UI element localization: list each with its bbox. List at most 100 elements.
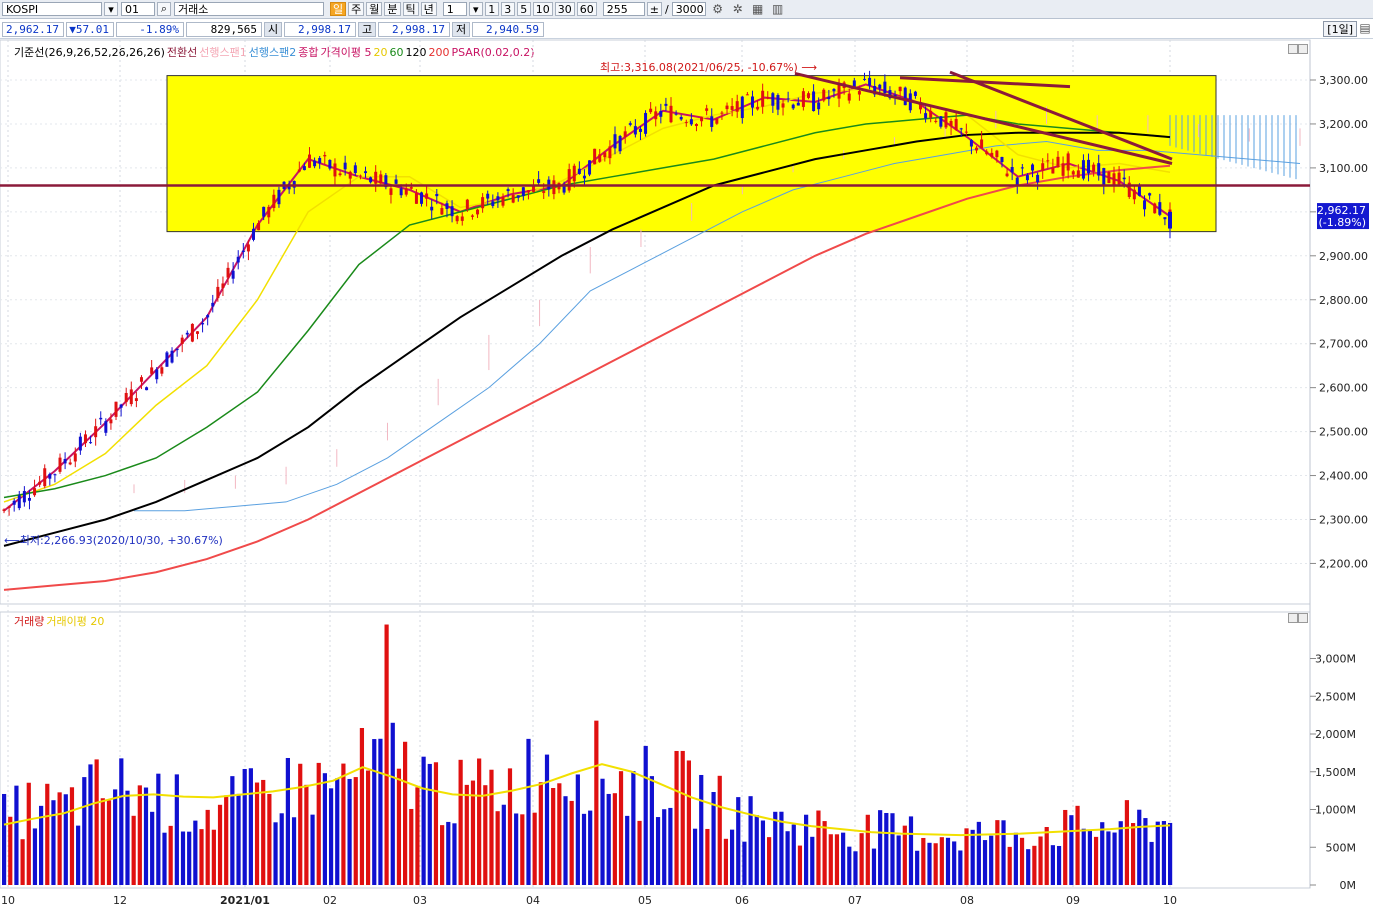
interval-60-button[interactable]: 60 (576, 2, 597, 16)
volume-bar (921, 837, 926, 885)
volume-bar (446, 821, 451, 885)
candle-body (476, 209, 480, 215)
candle-body (134, 398, 138, 402)
candle-body (705, 108, 709, 111)
volume-bar (106, 800, 112, 885)
volume-bar (378, 738, 383, 885)
interval-30-button[interactable]: 30 (554, 2, 575, 16)
candle-body (801, 91, 805, 107)
settings-icon[interactable]: ⚙ (710, 2, 726, 16)
symbol-dropdown-icon[interactable]: ▾ (104, 2, 118, 16)
volume-bar (1026, 849, 1031, 885)
unit-dropdown-icon[interactable]: ▾ (468, 2, 483, 16)
volume-bar (686, 760, 691, 885)
volume-bar (878, 810, 883, 885)
volume-bar (902, 825, 907, 885)
candle-body (33, 488, 37, 496)
candle-body (857, 91, 861, 95)
period-year-button[interactable]: 년 (420, 2, 437, 16)
volume-bar (841, 832, 846, 885)
candle-body (964, 131, 968, 133)
volume-bar (1013, 832, 1018, 885)
chart-icon[interactable]: ▥ (770, 2, 786, 16)
interval-5-button[interactable]: 5 (516, 2, 531, 16)
interval-10-button[interactable]: 10 (532, 2, 553, 16)
period-tick-button[interactable]: 틱 (402, 2, 419, 16)
volume-bar (625, 815, 630, 885)
volume-bar (995, 820, 1000, 885)
candle-body (394, 179, 398, 184)
interval-1-button[interactable]: 1 (484, 2, 499, 16)
low-value: 2,940.59 (472, 21, 544, 37)
candle-body (323, 155, 327, 157)
candle-body (888, 90, 892, 99)
candle-body (491, 201, 495, 207)
period-week-button[interactable]: 주 (348, 2, 365, 16)
slash-divider: / (664, 2, 669, 16)
candle-body (1158, 202, 1162, 215)
high-label: 고 (358, 21, 376, 37)
volume-bar (403, 741, 408, 885)
symbol-input[interactable]: KOSPI (2, 2, 102, 16)
interval-3-button[interactable]: 3 (500, 2, 515, 16)
candle-body (588, 160, 592, 175)
candle-body (180, 337, 184, 344)
candle-body (664, 103, 668, 106)
volume-panel-frame (0, 611, 1311, 889)
code-input[interactable]: 01 (121, 2, 155, 16)
interval-1-label: 1 (488, 2, 496, 16)
candle-body (1148, 193, 1152, 196)
candle-body (425, 193, 429, 199)
volume-bar (680, 750, 685, 885)
count-input[interactable]: 255 (602, 2, 645, 16)
unit-input[interactable]: 1 (442, 2, 467, 16)
volume-bar (754, 815, 759, 885)
candle-body (1143, 200, 1147, 210)
volume-bar (150, 811, 155, 885)
candle-body (582, 175, 586, 179)
stepper-icon[interactable]: ± (646, 2, 662, 16)
candle-body (980, 139, 984, 149)
period-minute-button[interactable]: 분 (384, 2, 401, 16)
candle-body (562, 186, 566, 193)
volume-bar (452, 823, 457, 885)
legend-ma200: 200 (428, 46, 450, 59)
total-input[interactable]: 3000 (671, 2, 706, 16)
volume-bar (791, 824, 796, 885)
chart-canvas[interactable]: 3,300.00 3,200.00 3,100.00 3,000.00 2,900.00… (0, 0, 1373, 907)
period-badge[interactable]: [1일] (1323, 21, 1357, 37)
period-month-button[interactable]: 월 (366, 2, 383, 16)
candle-body (139, 377, 143, 382)
volume-bar (273, 822, 278, 885)
candle-body (806, 93, 810, 98)
gear-icon[interactable]: ✲ (730, 2, 746, 16)
price-y-tick-label: 2,300.00 (1319, 514, 1368, 527)
volume-bar (649, 776, 654, 885)
search-icon[interactable]: ⌕ (157, 2, 171, 16)
candle-body (745, 94, 749, 96)
volume-bar (1161, 821, 1167, 885)
volume-bar (588, 810, 593, 885)
volume-panel-close-icon[interactable] (1298, 613, 1308, 623)
volume-bar (514, 813, 519, 885)
candle-body (53, 474, 57, 476)
legend-kijun: 기준선(26,9,26,52,26,26,26) (14, 46, 165, 59)
candle-body (343, 162, 347, 170)
period-day-button[interactable]: 일 (330, 2, 347, 16)
volume-bar (396, 768, 402, 885)
volume-bar (156, 773, 161, 885)
last-price-badge (1317, 203, 1369, 230)
volume-panel-minimize-icon[interactable] (1288, 613, 1298, 623)
price-y-tick-label: 3,000.00 (1319, 206, 1368, 219)
price-panel-minimize-icon[interactable] (1288, 44, 1298, 54)
candle-body (262, 206, 266, 217)
candle-body (1046, 160, 1050, 162)
price-panel-close-icon[interactable] (1298, 44, 1308, 54)
candle-body (842, 82, 846, 89)
volume-bar (544, 754, 550, 885)
panel-toggle-icon[interactable]: ▤ (1357, 21, 1373, 35)
volume-bar (298, 763, 303, 885)
high-value: 2,998.17 (378, 21, 450, 37)
grid-icon[interactable]: ▦ (750, 2, 766, 16)
candle-body (572, 165, 576, 182)
